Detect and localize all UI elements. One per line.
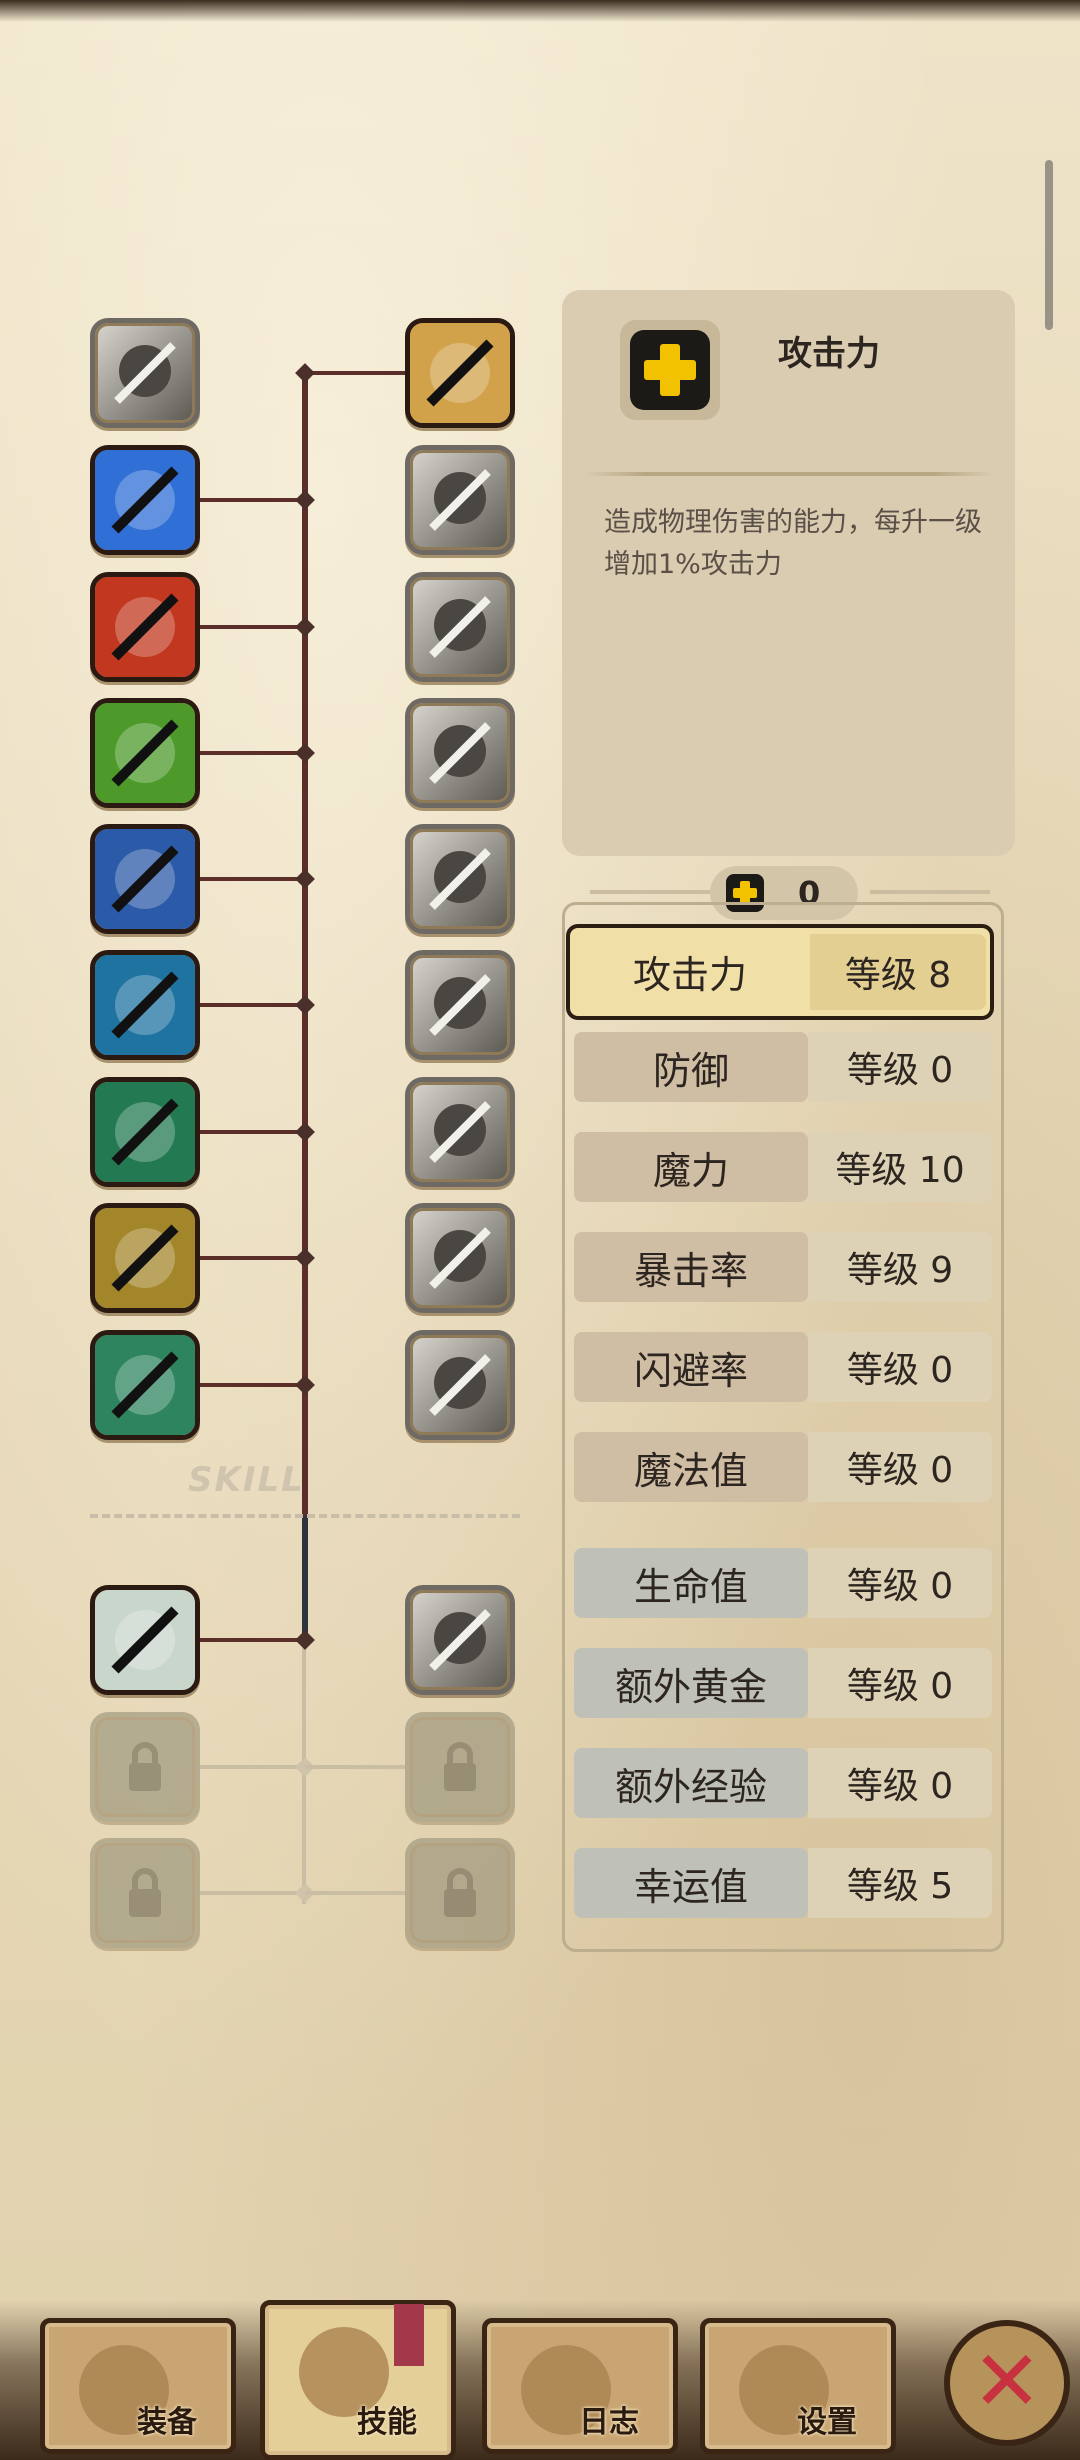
muscle-skill-icon[interactable] [90,698,200,808]
locked-skill-icon[interactable] [90,1838,200,1948]
tree-branch [200,751,305,755]
locked-skill-icon[interactable] [405,1712,515,1822]
tab-label: 装备 [137,2405,197,2440]
vision-armor-skill-icon[interactable] [405,1585,515,1695]
stat-level: 等级 9 [808,1232,992,1302]
stat-row[interactable]: 攻击力 等级 8 [566,924,994,1020]
armor-skill-icon[interactable] [90,1585,200,1695]
lightning-skill-icon[interactable] [405,572,515,682]
tree-branch [200,625,305,629]
stat-name: 闪避率 [574,1332,808,1402]
stat-name: 防御 [574,1032,808,1102]
tree-branch [200,498,305,502]
tree-branch [200,1256,305,1260]
skill-info-panel: 攻击力 造成物理伤害的能力，每升一级增加1%攻击力 [562,290,1015,856]
stat-level: 等级 5 [808,1848,992,1918]
info-title: 攻击力 [778,334,880,374]
scrollbar[interactable] [1045,160,1053,330]
strike-skill-icon[interactable] [405,445,515,555]
stat-name: 生命值 [574,1548,808,1618]
stat-level: 等级 0 [808,1548,992,1618]
charge-skill-icon[interactable] [405,698,515,808]
tree-branch [305,1891,405,1895]
dark-spirit-skill-icon[interactable] [90,824,200,934]
top-edge [0,0,1080,22]
tree-branch [200,1638,305,1642]
golden-hero-skill-icon[interactable] [90,1203,200,1313]
badge-decoration-left [590,890,710,894]
eye-skill-icon[interactable] [405,950,515,1060]
info-icon-frame [620,320,720,420]
leap-skill-icon[interactable] [405,1077,515,1187]
stat-name: 魔力 [574,1132,808,1202]
tree-branch [200,1130,305,1134]
stat-row[interactable]: 暴击率 等级 9 [574,1226,992,1308]
stat-level: 等级 0 [808,1748,992,1818]
skill-divider [90,1514,520,1518]
explosion-skill-icon[interactable] [405,1203,515,1313]
tree-branch [200,1765,305,1769]
stat-row[interactable]: 魔力 等级 10 [574,1126,992,1208]
tree-branch [200,1383,305,1387]
stat-name: 额外黄金 [574,1648,808,1718]
tree-branch [200,1891,305,1895]
stat-name: 额外经验 [574,1748,808,1818]
dagger-skill-icon[interactable] [90,950,200,1060]
stat-name: 魔法值 [574,1432,808,1502]
tab-journal[interactable]: 日志 [482,2318,678,2454]
tree-branch [200,877,305,881]
stat-level: 等级 0 [808,1432,992,1502]
stat-row[interactable]: 魔法值 等级 0 [574,1426,992,1508]
tab-gear[interactable]: 设置 [700,2318,896,2454]
tab-label: 技能 [357,2405,417,2440]
heal-skill-icon[interactable] [405,1330,515,1440]
slash-skill-icon[interactable] [90,318,200,428]
stat-row[interactable]: 生命值 等级 0 [574,1542,992,1624]
rage-skill-icon[interactable] [90,572,200,682]
blue-blade-skill-icon[interactable] [90,445,200,555]
close-button[interactable]: ✕ [944,2320,1070,2446]
stat-level: 等级 0 [808,1332,992,1402]
stat-row[interactable]: 额外经验 等级 0 [574,1742,992,1824]
tab-skill[interactable]: 技能 [260,2300,456,2460]
locked-skill-icon[interactable] [405,1838,515,1948]
stat-name: 暴击率 [574,1232,808,1302]
skill-section-label: SKILL [188,1460,305,1500]
badge-decoration-right [870,890,990,894]
stat-row[interactable]: 额外黄金 等级 0 [574,1642,992,1724]
stat-name: 攻击力 [632,952,747,997]
stat-level: 等级 10 [808,1132,992,1202]
info-description: 造成物理伤害的能力，每升一级增加1%攻击力 [604,507,982,580]
shield-skill-icon[interactable] [405,318,515,428]
tree-branch [305,1765,405,1769]
plus-icon [630,330,710,410]
tree-branch [305,371,405,375]
stat-row[interactable]: 幸运值 等级 5 [574,1842,992,1924]
tree-trunk [302,370,308,1516]
stat-row[interactable]: 闪避率 等级 0 [574,1326,992,1408]
stat-level: 等级 8 [810,934,986,1010]
stat-level: 等级 0 [808,1032,992,1102]
tab-axe[interactable]: 装备 [40,2318,236,2454]
close-icon: ✕ [971,2332,1043,2430]
tree-branch [200,1003,305,1007]
burst-skill-icon[interactable] [405,824,515,934]
tab-label: 设置 [797,2405,857,2440]
locked-skill-icon[interactable] [90,1712,200,1822]
stat-name: 幸运值 [574,1848,808,1918]
bookmark-ribbon [394,2304,424,2366]
info-divider [584,472,994,476]
stat-row[interactable]: 防御 等级 0 [574,1026,992,1108]
sword-skill-icon[interactable] [90,1330,200,1440]
stat-level: 等级 0 [808,1648,992,1718]
dash-skill-icon[interactable] [90,1077,200,1187]
tab-label: 日志 [579,2405,639,2440]
tree-trunk-lower [302,1516,308,1644]
